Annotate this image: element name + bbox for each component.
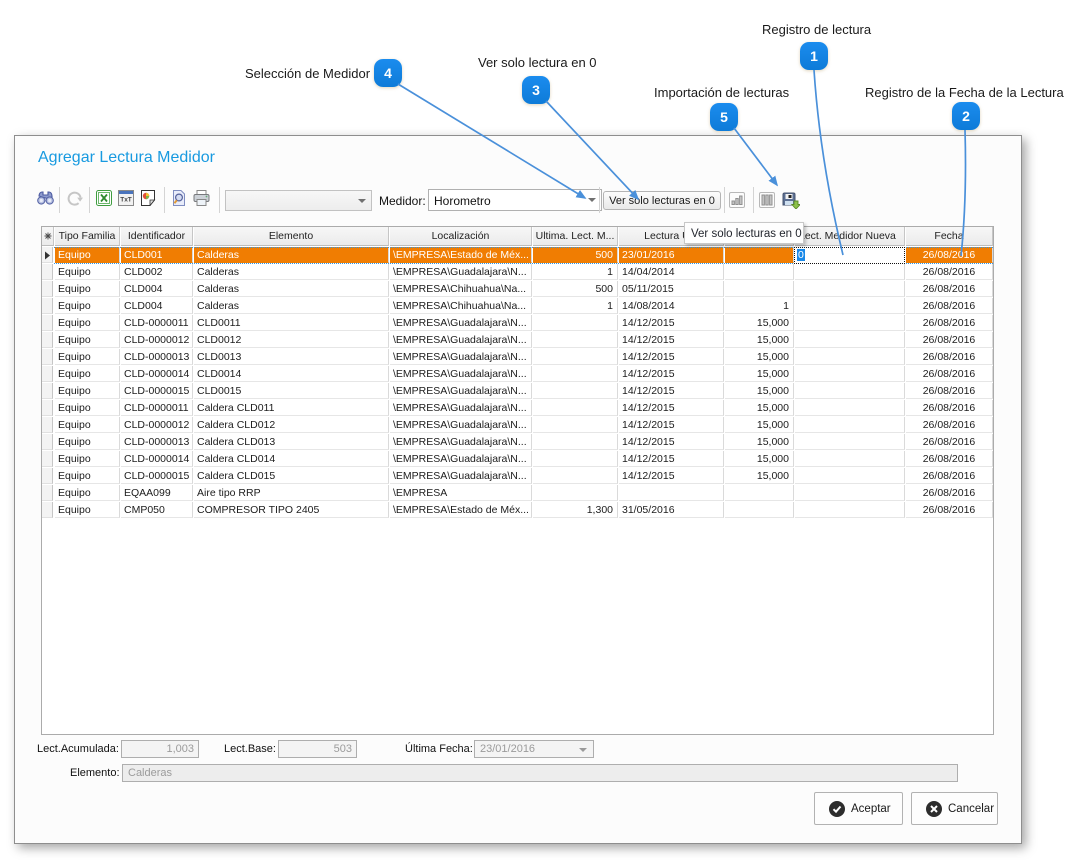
svg-text:TxT: TxT	[120, 197, 132, 204]
